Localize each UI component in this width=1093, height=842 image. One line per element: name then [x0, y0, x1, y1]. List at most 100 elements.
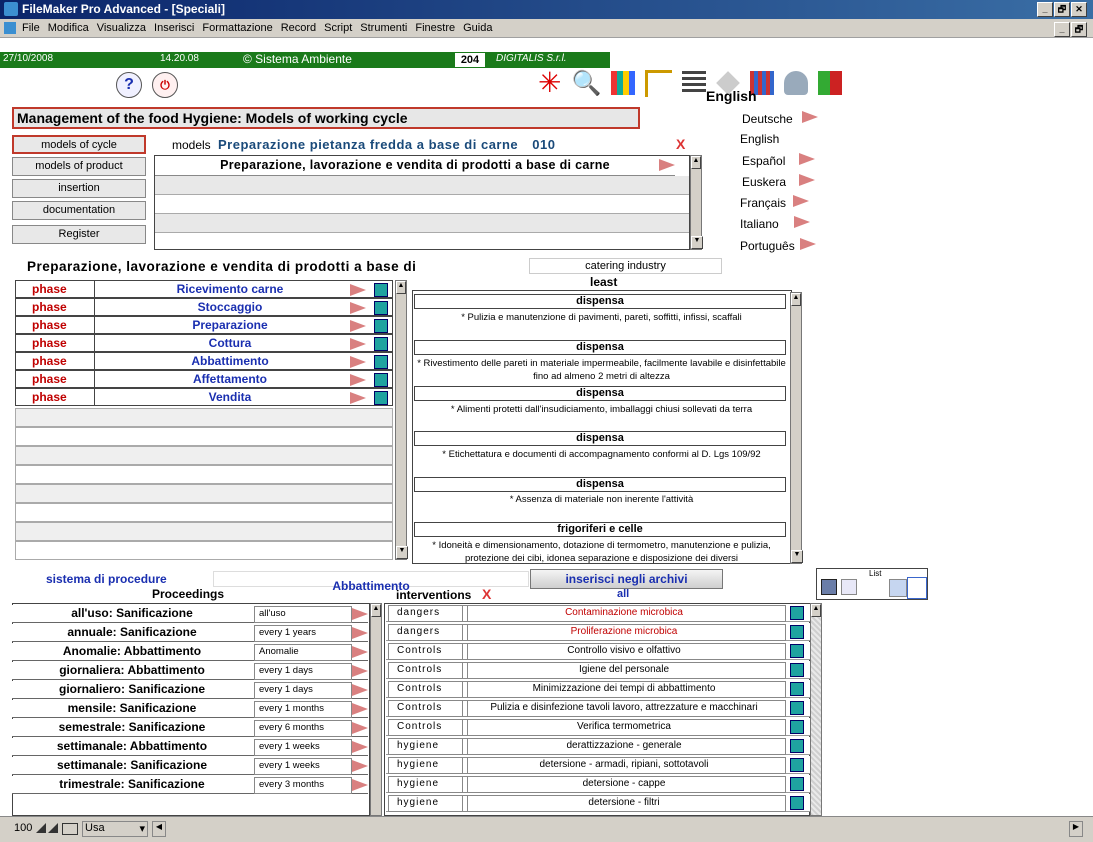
menu-formattazione[interactable]: Formattazione: [202, 22, 272, 34]
phase-row[interactable]: phase Ricevimento carne: [15, 280, 393, 298]
intervention-row[interactable]: hygiene detersione - filtri: [386, 794, 818, 812]
intervention-row[interactable]: dangers Contaminazione microbica: [386, 604, 818, 622]
menu-guida[interactable]: Guida: [463, 22, 492, 34]
least-item-head[interactable]: dispensa: [414, 294, 786, 309]
arrow-icon[interactable]: [352, 703, 368, 715]
scroll-up-icon[interactable]: ▲: [791, 293, 801, 306]
cycle-row-empty[interactable]: [155, 195, 689, 214]
proceeding-row[interactable]: Anomalie: Abbattimento Anomalie: [12, 643, 368, 661]
menu-file[interactable]: File: [22, 22, 40, 34]
search-icon[interactable]: [790, 796, 804, 810]
intervention-row[interactable]: Controls Igiene del personale: [386, 661, 818, 679]
arrow-icon[interactable]: [352, 760, 368, 772]
arrow-icon[interactable]: [352, 722, 368, 734]
phase-empty-row[interactable]: [15, 408, 393, 427]
export-icon[interactable]: [841, 579, 857, 595]
search-icon[interactable]: [374, 355, 388, 369]
minimize-button[interactable]: _: [1037, 2, 1053, 17]
menu-visualizza[interactable]: Visualizza: [97, 22, 146, 34]
proceeding-row[interactable]: settimanale: Abbattimento every 1 weeks: [12, 738, 368, 756]
scroll-left-icon[interactable]: ◀: [152, 821, 166, 837]
asterisk-icon[interactable]: ✳: [538, 68, 561, 98]
proceeding-row[interactable]: semestrale: Sanificazione every 6 months: [12, 719, 368, 737]
intervention-row[interactable]: hygiene detersione - armadi, ripiani, sot…: [386, 756, 818, 774]
intervention-row[interactable]: Controls Pulizia e disinfezione tavoli la…: [386, 699, 818, 717]
proceeding-row[interactable]: giornaliera: Abbattimento every 1 days: [12, 662, 368, 680]
search-icon[interactable]: [790, 777, 804, 791]
intervention-row[interactable]: hygiene detersione - cappe: [386, 775, 818, 793]
proceeding-row[interactable]: trimestrale: Sanificazione every 3 months: [12, 776, 368, 794]
menu-script[interactable]: Script: [324, 22, 352, 34]
phase-row[interactable]: phase Affettamento: [15, 370, 393, 388]
cycle-scrollbar[interactable]: ▲ ▼: [690, 155, 703, 250]
list-icon[interactable]: [682, 71, 707, 95]
least-item-head[interactable]: dispensa: [414, 431, 786, 446]
exit-door-icon[interactable]: [818, 71, 843, 95]
interventions-scrollbar[interactable]: ▲: [810, 603, 822, 816]
search-icon[interactable]: [790, 625, 804, 639]
search-icon[interactable]: [790, 701, 804, 715]
industry-field[interactable]: catering industry: [529, 258, 722, 274]
lang-euskera[interactable]: Euskera: [742, 174, 816, 189]
nav-models-of-cycle[interactable]: models of cycle: [12, 135, 146, 154]
arrow-icon[interactable]: [350, 320, 366, 332]
delete-intervention-button[interactable]: X: [482, 586, 491, 602]
least-scrollbar[interactable]: ▲ ▼: [790, 292, 803, 564]
status-toggle-icon[interactable]: [62, 823, 78, 835]
tree-icon[interactable]: [645, 69, 673, 97]
lang-deutsche[interactable]: Deutsche: [742, 111, 819, 126]
proceeding-row[interactable]: all'uso: Sanificazione all'uso: [12, 605, 368, 623]
arrow-icon[interactable]: [352, 646, 368, 658]
close-button[interactable]: ✕: [1071, 2, 1087, 17]
phase-empty-row[interactable]: [15, 484, 393, 503]
search-icon[interactable]: [374, 373, 388, 387]
scroll-up-icon[interactable]: ▲: [371, 604, 381, 617]
nav-register[interactable]: Register: [12, 225, 146, 244]
scroll-up-icon[interactable]: ▲: [691, 156, 701, 169]
phase-row[interactable]: phase Abbattimento: [15, 352, 393, 370]
proceeding-row[interactable]: annuale: Sanificazione every 1 years: [12, 624, 368, 642]
intervention-row[interactable]: Controls Verifica termometrica: [386, 718, 818, 736]
search-icon[interactable]: [374, 283, 388, 297]
arrow-icon[interactable]: [350, 392, 366, 404]
proceeding-row[interactable]: mensile: Sanificazione every 1 months: [12, 700, 368, 718]
search-icon[interactable]: [790, 663, 804, 677]
lang-italiano[interactable]: Italiano: [740, 216, 811, 231]
scroll-down-icon[interactable]: ▼: [691, 236, 703, 249]
intervention-row[interactable]: Controls Controllo visivo e olfattivo: [386, 642, 818, 660]
nav-documentation[interactable]: documentation: [12, 201, 146, 220]
cycle-row-selected[interactable]: Preparazione, lavorazione e vendita di p…: [155, 156, 675, 176]
restore-button[interactable]: 🗗: [1054, 2, 1070, 17]
search-icon[interactable]: [374, 319, 388, 333]
menu-finestre[interactable]: Finestre: [415, 22, 455, 34]
zoom-out-icon[interactable]: [48, 823, 58, 833]
arrow-icon[interactable]: [352, 608, 368, 620]
search-icon[interactable]: [790, 644, 804, 658]
save-icon[interactable]: [821, 579, 837, 595]
proceedings-scrollbar[interactable]: ▲: [370, 603, 382, 816]
lang-espanol[interactable]: Español: [742, 153, 815, 168]
lang-english[interactable]: English: [740, 132, 779, 146]
nav-insertion[interactable]: insertion: [12, 179, 146, 198]
scroll-down-icon[interactable]: ▼: [396, 546, 408, 559]
cycle-row-empty[interactable]: [155, 176, 689, 195]
least-item-head[interactable]: dispensa: [414, 477, 786, 492]
list-field[interactable]: [907, 577, 927, 599]
least-item-head[interactable]: dispensa: [414, 386, 786, 401]
scroll-up-icon[interactable]: ▲: [811, 604, 821, 617]
search-icon[interactable]: [374, 337, 388, 351]
search-icon[interactable]: [374, 391, 388, 405]
cycle-row-empty[interactable]: [155, 214, 689, 233]
nav-models-of-product[interactable]: models of product: [12, 157, 146, 176]
search-icon[interactable]: [374, 301, 388, 315]
search-icon[interactable]: 🔍: [571, 69, 601, 98]
search-icon[interactable]: [790, 758, 804, 772]
intervention-row[interactable]: dangers Proliferazione microbica: [386, 623, 818, 641]
menu-record[interactable]: Record: [281, 22, 316, 34]
lang-portugues[interactable]: Português: [740, 238, 817, 253]
search-icon[interactable]: [790, 739, 804, 753]
phase-empty-row[interactable]: [15, 465, 393, 484]
phase-empty-row[interactable]: [15, 446, 393, 465]
people-icon[interactable]: [784, 71, 809, 95]
arrow-icon[interactable]: [350, 356, 366, 368]
